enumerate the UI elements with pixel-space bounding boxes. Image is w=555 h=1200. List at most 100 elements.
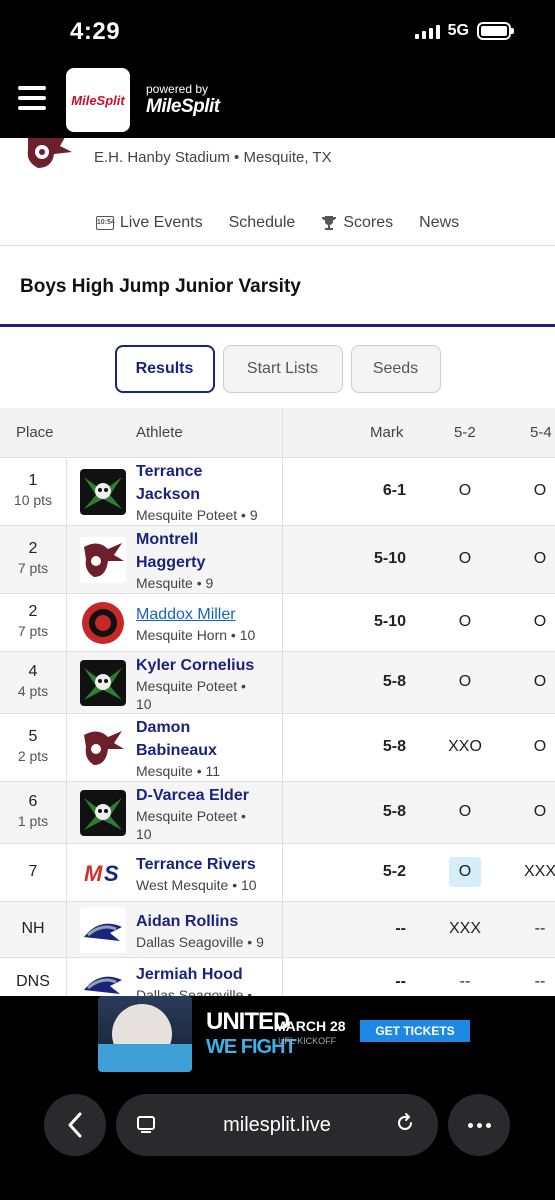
- athlete-name-line2[interactable]: Haggerty: [136, 551, 276, 574]
- athlete-cell[interactable]: Kyler Cornelius Mesquite Poteet • 10: [136, 654, 276, 713]
- meet-info: E.H. Hanby Stadium • Mesquite, TX: [0, 138, 555, 194]
- team-grade-line2: 10: [136, 826, 152, 842]
- team-logo-icon: [80, 600, 126, 646]
- ad-date: MARCH 28: [274, 1018, 346, 1034]
- table-row[interactable]: 2 7 pts Montrell Haggerty Mesquite • 9 5-10 O O: [0, 526, 555, 594]
- attempt-2: O: [533, 613, 547, 630]
- table-row[interactable]: 2 7 pts Maddox Miller Mesquite Horn • 10 5-1…: [0, 594, 555, 652]
- place: 7: [28, 863, 38, 880]
- athlete-name-line2[interactable]: Babineaux: [136, 739, 276, 762]
- mark: 6-1: [382, 482, 406, 499]
- points: 4 pts: [17, 683, 49, 699]
- table-row[interactable]: 7 M S Terrance Rivers West Mesquite • 10 5-2 O…: [0, 844, 555, 902]
- place: 6: [28, 793, 38, 810]
- col-mark[interactable]: Mark: [370, 424, 403, 441]
- place: 2: [28, 540, 38, 557]
- athlete-name[interactable]: Kyler Cornelius: [136, 654, 276, 677]
- place-cell: 4 4 pts: [0, 663, 66, 699]
- place-cell: 2 7 pts: [0, 603, 66, 639]
- attempt-2: --: [534, 973, 546, 990]
- athlete-name[interactable]: D-Varcea Elder: [136, 784, 276, 807]
- attempt-1: XXO: [448, 738, 482, 755]
- page-content: E.H. Hanby Stadium • Mesquite, TX 10:54 …: [0, 138, 555, 996]
- attempt-2: O: [533, 482, 547, 499]
- team-grade: Mesquite • 11: [136, 763, 221, 779]
- place-cell: 6 1 pts: [0, 793, 66, 829]
- place: DNS: [16, 973, 50, 990]
- logo-text: MileSplit: [71, 92, 125, 108]
- table-row[interactable]: DNS Jermiah Hood Dallas Seagoville • -- -- --: [0, 958, 555, 996]
- mesquite-mascot-icon: [27, 138, 72, 168]
- col-athlete[interactable]: Athlete: [136, 424, 183, 441]
- nav-scores[interactable]: Scores: [321, 214, 393, 232]
- team-grade: Dallas Seagoville •: [136, 986, 253, 997]
- title-divider: [0, 324, 555, 327]
- place: 1: [28, 472, 38, 489]
- athlete-cell[interactable]: D-Varcea Elder Mesquite Poteet • 10: [136, 784, 276, 843]
- athlete-name-line2[interactable]: Jackson: [136, 483, 276, 506]
- nav-label: Schedule: [228, 213, 296, 231]
- place: 2: [28, 603, 38, 620]
- table-row[interactable]: 5 2 pts Damon Babineaux Mesquite • 11 5-8 XXO O: [0, 714, 555, 782]
- mark: 5-2: [382, 863, 406, 880]
- results-tab[interactable]: Results: [114, 345, 215, 393]
- reload-icon[interactable]: [394, 1112, 416, 1134]
- athlete-cell[interactable]: Damon Babineaux Mesquite • 11: [136, 716, 276, 780]
- more-icon[interactable]: [448, 1094, 510, 1156]
- col-place[interactable]: Place: [16, 424, 54, 441]
- browser-toolbar: milesplit.live: [0, 1078, 555, 1200]
- team-logo-icon: [80, 907, 126, 953]
- place-cell: 7: [0, 863, 66, 883]
- athlete-name[interactable]: Terrance: [136, 460, 276, 483]
- athlete-cell[interactable]: Montrell Haggerty Mesquite • 9: [136, 528, 276, 592]
- table-row[interactable]: NH Aidan Rollins Dallas Seagoville • 9 -- XX…: [0, 902, 555, 958]
- ad-banner[interactable]: UNITED WE FIGHT MARCH 28 UFL KICKOFF GET…: [0, 996, 555, 1078]
- attempt-2: O: [533, 550, 547, 567]
- athlete-cell[interactable]: Maddox Miller Mesquite Horn • 10: [136, 603, 276, 644]
- athlete-cell[interactable]: Terrance Rivers West Mesquite • 10: [136, 853, 276, 894]
- place: 5: [28, 728, 38, 745]
- table-row[interactable]: 4 4 pts Kyler Cornelius Mesquite Poteet • 10…: [0, 652, 555, 714]
- attempt-2: XXX: [523, 863, 555, 880]
- nav-label: Live Events: [119, 213, 203, 231]
- nav-schedule[interactable]: Schedule: [229, 214, 296, 232]
- team-grade: Mesquite Horn • 10: [136, 626, 256, 643]
- col-height-2: 5-4: [530, 424, 552, 441]
- address-bar[interactable]: milesplit.live: [116, 1094, 438, 1156]
- nav-news[interactable]: News: [419, 214, 459, 232]
- athlete-name[interactable]: Damon: [136, 716, 276, 739]
- attempt-1: --: [459, 973, 471, 990]
- start-lists-tab[interactable]: Start Lists: [222, 345, 343, 393]
- attempt-2: --: [534, 920, 546, 937]
- status-bar: 4:29 5G: [0, 0, 555, 62]
- points: 7 pts: [17, 623, 49, 639]
- table-row[interactable]: 1 10 pts Terrance Jackson Mesquite Poteet • …: [0, 458, 555, 526]
- athlete-cell[interactable]: Jermiah Hood Dallas Seagoville •: [136, 963, 276, 997]
- results-table: Place Athlete Mark 5-2 5-4 1 10 pts Terran…: [0, 408, 555, 996]
- seeds-tab[interactable]: Seeds: [350, 345, 441, 393]
- place-cell: NH: [0, 920, 66, 940]
- trophy-icon: [322, 215, 337, 230]
- attempt-1: O: [458, 803, 472, 820]
- back-button[interactable]: [44, 1094, 106, 1156]
- network-label: 5G: [447, 22, 469, 39]
- table-row[interactable]: 6 1 pts D-Varcea Elder Mesquite Poteet • 10 5…: [0, 782, 555, 844]
- milesplit-logo[interactable]: MileSplit: [66, 68, 130, 132]
- athlete-cell[interactable]: Aidan Rollins Dallas Seagoville • 9: [136, 910, 276, 951]
- menu-icon[interactable]: [18, 86, 46, 110]
- battery-icon: [477, 22, 514, 40]
- athlete-name[interactable]: Terrance Rivers: [136, 853, 276, 876]
- athlete-name[interactable]: Aidan Rollins: [136, 910, 276, 933]
- team-grade: Mesquite Poteet • 9: [136, 507, 258, 523]
- svg-text:S: S: [104, 861, 119, 886]
- athlete-cell[interactable]: Terrance Jackson Mesquite Poteet • 9: [136, 460, 276, 524]
- powered-by: powered by MileSplit: [146, 82, 220, 118]
- nav-live-events[interactable]: 10:54 Live Events: [95, 213, 203, 232]
- points: 10 pts: [13, 492, 53, 508]
- ad-sub: UFL KICKOFF: [278, 1036, 337, 1046]
- athlete-name[interactable]: Jermiah Hood: [136, 963, 276, 986]
- ad-get-tickets-button[interactable]: GET TICKETS: [360, 1020, 470, 1042]
- athlete-name[interactable]: Montrell: [136, 528, 276, 551]
- athlete-name[interactable]: Maddox Miller: [136, 603, 276, 626]
- points: 7 pts: [17, 560, 49, 576]
